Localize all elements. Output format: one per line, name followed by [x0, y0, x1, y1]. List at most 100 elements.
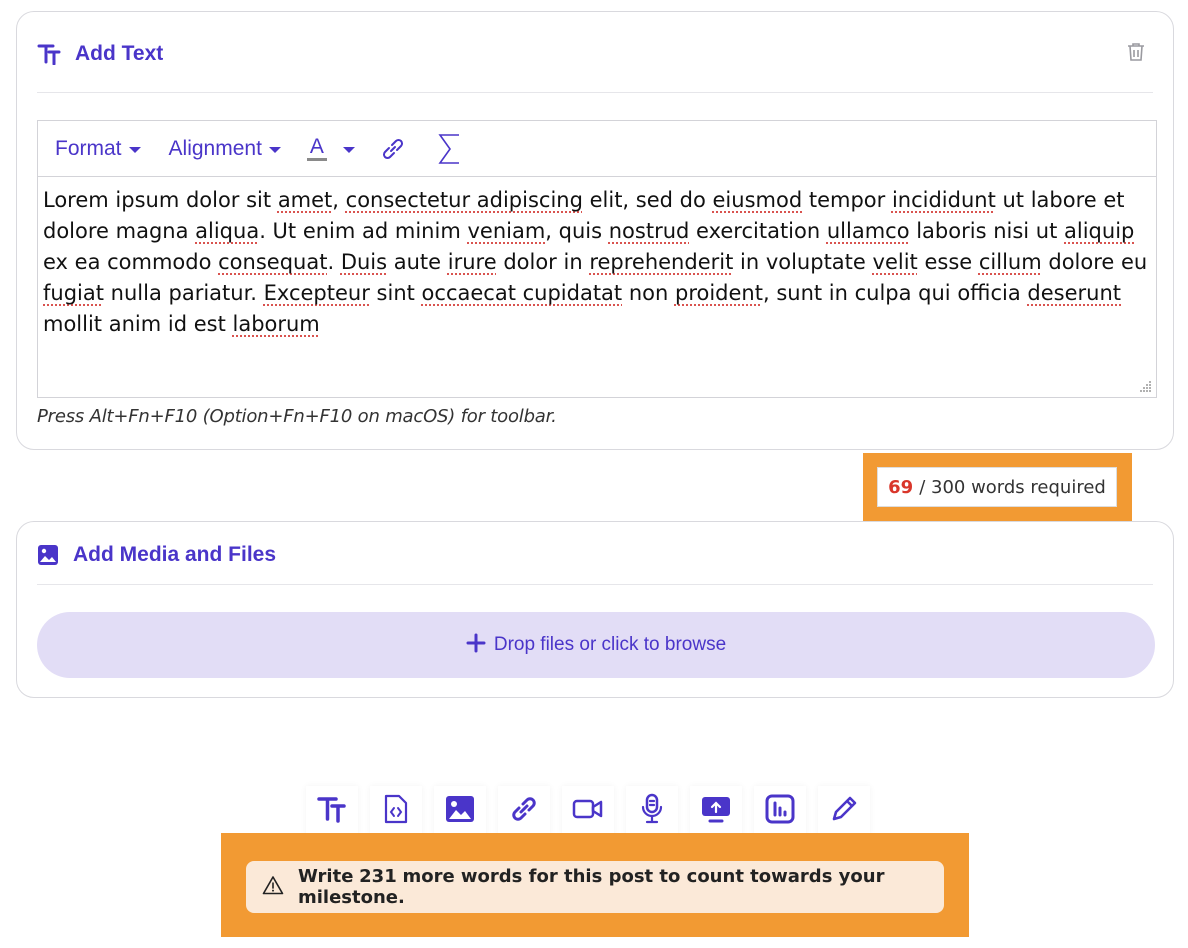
trash-icon[interactable] [1127, 42, 1145, 67]
spellcheck-word: reprehenderit [589, 250, 734, 274]
link-icon [508, 793, 540, 830]
spellcheck-word: cillum [978, 250, 1042, 274]
milestone-warning-highlight: Write 231 more words for this post to co… [221, 833, 969, 937]
body-text: Lorem ipsum dolor sit [43, 188, 278, 212]
screen-share-icon [701, 795, 731, 828]
add-drawing-button[interactable] [818, 786, 870, 836]
add-media-title: Add Media and Files [73, 543, 277, 566]
text-icon [317, 795, 347, 828]
milestone-warning: Write 231 more words for this post to co… [246, 861, 944, 913]
video-icon [572, 797, 604, 826]
spellcheck-word: proident [674, 281, 763, 305]
add-code-file-button[interactable] [370, 786, 422, 836]
body-text: in voluptate [733, 250, 873, 274]
body-text: tempor [802, 188, 892, 212]
add-image-button[interactable] [434, 786, 486, 836]
add-link-button[interactable] [498, 786, 550, 836]
file-dropzone[interactable]: Drop files or click to browse [37, 612, 1155, 678]
body-text: dolore eu [1041, 250, 1148, 274]
warning-prefix: Write [298, 866, 354, 887]
body-text: sint [369, 281, 422, 305]
body-text: . Ut enim ad minim [259, 219, 468, 243]
alignment-label: Alignment [168, 136, 262, 160]
chevron-down-icon [268, 146, 281, 153]
warning-text: Write 231 more words for this post to co… [298, 866, 944, 908]
spellcheck-word: consequat [218, 250, 328, 274]
spellcheck-word: veniam [467, 219, 546, 243]
spellcheck-word: irure [447, 250, 497, 274]
spellcheck-word: aliquip [1064, 219, 1135, 243]
code-file-icon [383, 793, 409, 830]
spellcheck-word: nostrud [608, 219, 690, 243]
spellcheck-word: occaecat cupidatat [421, 281, 623, 305]
sigma-icon[interactable] [437, 133, 463, 165]
text-icon [37, 43, 61, 65]
body-text: mollit anim id est [43, 312, 233, 336]
spellcheck-word: deserunt [1027, 281, 1122, 305]
pencil-icon [829, 794, 859, 829]
add-media-card: Add Media and Files Drop files or click … [16, 521, 1174, 698]
alignment-menu[interactable]: Alignment [169, 137, 281, 161]
editor-content[interactable]: Lorem ipsum dolor sit amet, consectetur … [38, 177, 1156, 348]
resize-handle-icon[interactable] [1138, 379, 1152, 393]
chevron-down-icon [128, 146, 141, 153]
add-video-button[interactable] [562, 786, 614, 836]
spellcheck-word: amet [277, 188, 333, 212]
add-content-bar [306, 786, 882, 836]
microphone-icon [638, 793, 666, 830]
body-text: , quis [545, 219, 609, 243]
body-text: , [332, 188, 346, 212]
warning-icon [262, 875, 284, 900]
word-count-required: / 300 words required [919, 476, 1106, 498]
format-menu[interactable]: Format [55, 137, 141, 161]
add-screen-recording-button[interactable] [690, 786, 742, 836]
format-label: Format [55, 136, 122, 160]
add-media-header: Add Media and Files [37, 543, 1153, 567]
body-text: dolor in [496, 250, 590, 274]
body-text: elit, sed do [582, 188, 713, 212]
plus-icon [466, 633, 486, 658]
body-text: aute [387, 250, 448, 274]
body-text: non [622, 281, 675, 305]
body-text: ex ea commodo [43, 250, 219, 274]
spellcheck-word: ullamco [826, 219, 910, 243]
text-color-button[interactable]: A [306, 136, 355, 161]
word-count-badge: 69 / 300 words required [877, 467, 1117, 507]
spellcheck-word: velit [872, 250, 918, 274]
text-editor[interactable]: Format Alignment A Lorem ipsum dolor sit… [37, 120, 1157, 398]
spellcheck-word: aliqua [195, 219, 260, 243]
spellcheck-word: fugiat [43, 281, 104, 305]
spellcheck-word: consectetur adipiscing [345, 188, 583, 212]
body-text: . [327, 250, 341, 274]
header-divider [37, 584, 1153, 585]
add-audio-button[interactable] [626, 786, 678, 836]
add-poll-button[interactable] [754, 786, 806, 836]
add-text-header: Add Text [37, 42, 1153, 66]
toolbar-hint: Press Alt+Fn+F10 (Option+Fn+F10 on macOS… [37, 406, 557, 427]
body-text: esse [917, 250, 979, 274]
text-color-icon: A [306, 136, 327, 161]
spellcheck-word: Duis [340, 250, 388, 274]
body-text: nulla pariatur. [103, 281, 264, 305]
body-text: exercitation [689, 219, 827, 243]
chevron-down-icon [342, 146, 355, 153]
add-text-title: Add Text [75, 42, 164, 65]
body-text: , sunt in culpa qui officia [762, 281, 1028, 305]
image-icon [37, 544, 59, 566]
warning-count: 231 [359, 866, 397, 887]
spellcheck-word: incididunt [891, 188, 996, 212]
image-icon [445, 795, 475, 828]
spellcheck-word: eiusmod [712, 188, 803, 212]
spellcheck-word: laborum [232, 312, 320, 336]
word-count-current: 69 [888, 476, 914, 498]
body-text: laboris nisi ut [909, 219, 1065, 243]
editor-toolbar: Format Alignment A [38, 121, 1156, 177]
add-text-card: Add Text Format Alignment A Lorem ipsum … [16, 11, 1174, 450]
word-count-highlight: 69 / 300 words required [863, 453, 1132, 523]
link-icon[interactable] [379, 135, 407, 163]
add-text-button[interactable] [306, 786, 358, 836]
spellcheck-word: Excepteur [263, 281, 370, 305]
poll-icon [765, 794, 795, 829]
dropzone-label: Drop files or click to browse [493, 634, 727, 655]
header-divider [37, 92, 1153, 93]
